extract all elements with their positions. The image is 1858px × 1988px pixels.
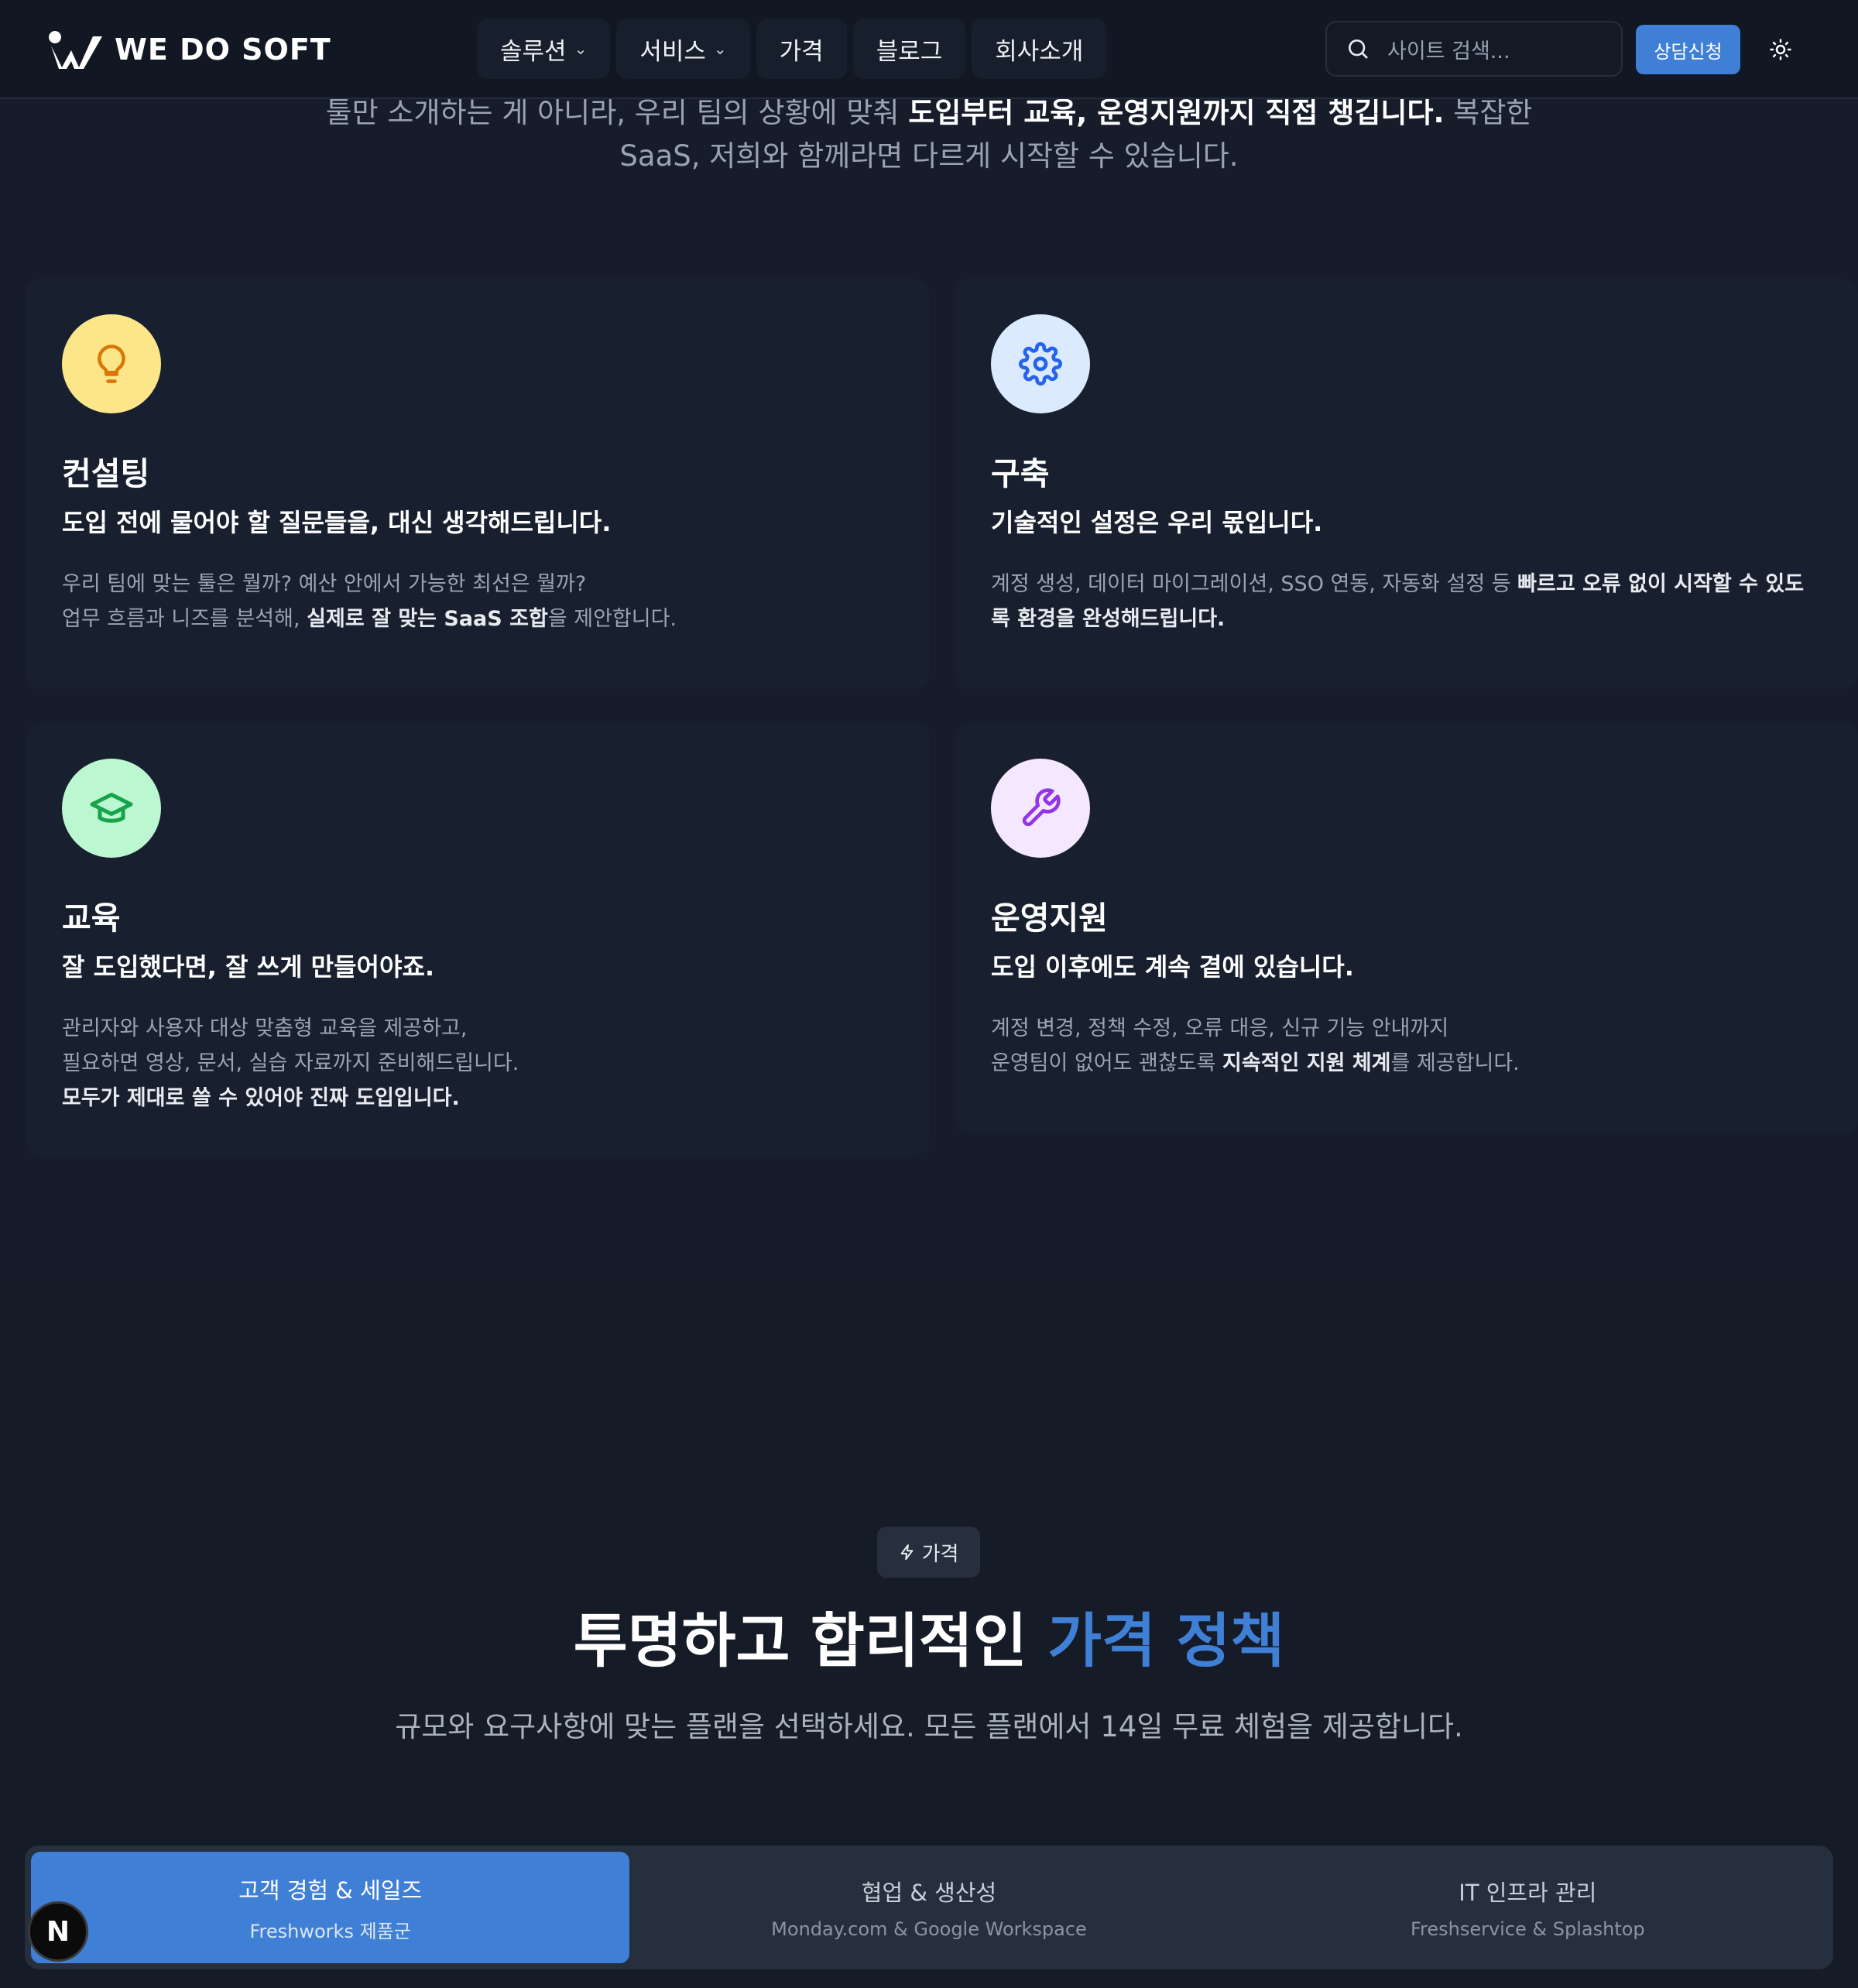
tab-sublabel: Freshworks 제품군 [249, 1920, 411, 1942]
desc-highlight: 지속적인 지원 체계 [1222, 1051, 1391, 1075]
tab-collaboration[interactable]: 협업 & 생산성 Monday.com & Google Workspace [629, 1852, 1228, 1963]
site-header: WE DO SOFT 솔루션 ⌄ 서비스 ⌄ 가격 블로그 회사소개 사이트 검… [0, 0, 1858, 99]
gear-icon [1019, 342, 1062, 386]
nav-item-blog[interactable]: 블로그 [852, 19, 966, 79]
theme-toggle-button[interactable] [1765, 34, 1796, 65]
desc-line: 계정 생성, 데이터 마이그레이션, SSO 연동, 자동화 설정 등 빠르고 … [991, 567, 1827, 602]
service-card-support: 운영지원 도입 이후에도 계속 곁에 있습니다. 계정 변경, 정책 수정, 오… [955, 723, 1858, 1133]
pricing-badge-label: 가격 [921, 1542, 959, 1566]
intro-text-part: 툴만 소개하는 게 아니라, 우리 팀의 상황에 맞춰 [325, 96, 909, 129]
card-description: 계정 변경, 정책 수정, 오류 대응, 신규 기능 안내까지 운영팀이 없어도… [991, 1011, 1827, 1081]
chevron-down-icon: ⌄ [574, 39, 588, 58]
card-tagline: 잘 도입했다면, 잘 쓰게 만들어야죠. [62, 952, 435, 982]
desc-highlight: 모두가 제대로 쓸 수 있어야 진짜 도입입니다. [62, 1086, 460, 1110]
desc-highlight: 록 환경을 완성해드립니다. [991, 607, 1226, 631]
card-tagline: 기술적인 설정은 우리 몫입니다. [991, 508, 1323, 537]
intro-highlight: 도입부터 교육, 운영지원까지 직접 챙깁니다. [908, 96, 1445, 129]
tab-sublabel: Freshservice & Splashtop [1410, 1918, 1645, 1940]
desc-text: 계정 생성, 데이터 마이그레이션, SSO 연동, 자동화 설정 등 [991, 572, 1518, 596]
card-tagline: 도입 전에 물어야 할 질문들을, 대신 생각해드립니다. [62, 508, 612, 537]
floating-n-badge[interactable]: N [28, 1901, 88, 1962]
tab-sublabel: Monday.com & Google Workspace [771, 1918, 1087, 1940]
logo-text: WE DO SOFT [115, 33, 331, 67]
card-title: 컨설팅 [62, 455, 150, 492]
card-tagline: 도입 이후에도 계속 곁에 있습니다. [991, 952, 1354, 982]
desc-highlight: 실제로 잘 맞는 SaaS 조합 [307, 607, 548, 631]
desc-line: 우리 팀에 맞는 툴은 뭘까? 예산 안에서 가능한 최선은 뭘까? [62, 572, 587, 596]
tab-customer-experience[interactable]: 고객 경험 & 세일즈 Freshworks 제품군 [31, 1852, 630, 1963]
desc-highlight: 빠르고 오류 없이 시작할 수 있도 [1517, 572, 1805, 596]
icon-badge [62, 314, 161, 413]
nav-label: 회사소개 [995, 37, 1084, 66]
pricing-badge: 가격 [877, 1527, 980, 1578]
desc-text: 업무 흐름과 니즈를 분석해, [62, 607, 307, 631]
desc-line: 필요하면 영상, 문서, 실습 자료까지 준비해드립니다. [62, 1051, 519, 1075]
desc-line: 업무 흐름과 니즈를 분석해, 실제로 잘 맞는 SaaS 조합을 제안합니다. [62, 602, 898, 636]
chevron-down-icon: ⌄ [713, 39, 727, 58]
pricing-title: 투명하고 합리적인 가격 정책 [0, 1593, 1858, 1678]
pricing-category-tabs: 고객 경험 & 세일즈 Freshworks 제품군 협업 & 생산성 Mond… [25, 1846, 1833, 1969]
desc-line: 록 환경을 완성해드립니다. [991, 602, 1827, 636]
service-card-education: 교육 잘 도입했다면, 잘 쓰게 만들어야죠. 관리자와 사용자 대상 맞춤형 … [26, 723, 929, 1157]
intro-text-part: 복잡한 [1444, 96, 1533, 129]
nav-item-services[interactable]: 서비스 ⌄ [616, 19, 750, 79]
icon-badge [991, 314, 1090, 413]
tab-label: 고객 경험 & 세일즈 [238, 1877, 423, 1904]
nav-label: 가격 [779, 37, 824, 66]
card-description: 관리자와 사용자 대상 맞춤형 교육을 제공하고, 필요하면 영상, 문서, 실… [62, 1011, 898, 1116]
nav-item-solutions[interactable]: 솔루션 ⌄ [477, 19, 611, 79]
desc-text: 을 제안합니다. [547, 607, 677, 631]
card-description: 우리 팀에 맞는 툴은 뭘까? 예산 안에서 가능한 최선은 뭘까? 업무 흐름… [62, 567, 898, 636]
search-icon [1349, 39, 1368, 59]
intro-line-2: SaaS, 저희와 함께라면 다르게 시작할 수 있습니다. [619, 139, 1239, 173]
desc-line: 모두가 제대로 쓸 수 있어야 진짜 도입입니다. [62, 1081, 898, 1116]
consultation-button[interactable]: 상담신청 [1636, 25, 1740, 74]
tab-label: 협업 & 생산성 [861, 1880, 997, 1906]
nav-label: 블로그 [876, 37, 943, 66]
search-input[interactable]: 사이트 검색... [1325, 21, 1623, 77]
nav-label: 솔루션 [500, 37, 567, 66]
tab-it-infrastructure[interactable]: IT 인프라 관리 Freshservice & Splashtop [1229, 1852, 1827, 1963]
desc-text: 를 제공합니다. [1390, 1051, 1520, 1075]
service-card-build: 구축 기술적인 설정은 우리 몫입니다. 계정 생성, 데이터 마이그레이션, … [955, 279, 1858, 689]
nav-label: 서비스 [639, 37, 706, 66]
graduation-cap-icon [90, 793, 133, 823]
search-placeholder: 사이트 검색... [1387, 39, 1510, 63]
sun-icon [1770, 39, 1791, 60]
card-title: 교육 [62, 900, 121, 937]
pricing-subtitle: 규모와 요구사항에 맞는 플랜을 선택하세요. 모든 플랜에서 14일 무료 체… [395, 1710, 1463, 1743]
card-title: 운영지원 [991, 900, 1108, 937]
main-nav: 솔루션 ⌄ 서비스 ⌄ 가격 블로그 회사소개 [477, 19, 1107, 79]
logo-mark-icon [49, 31, 102, 69]
desc-text: 운영팀이 없어도 괜찮도록 [991, 1051, 1222, 1075]
wrench-icon [1022, 788, 1061, 827]
card-title: 구축 [991, 455, 1050, 492]
icon-badge [62, 759, 161, 858]
card-description: 계정 생성, 데이터 마이그레이션, SSO 연동, 자동화 설정 등 빠르고 … [991, 567, 1827, 636]
desc-line: 관리자와 사용자 대상 맞춤형 교육을 제공하고, [62, 1016, 468, 1040]
service-card-consulting: 컨설팅 도입 전에 물어야 할 질문들을, 대신 생각해드립니다. 우리 팀에 … [26, 279, 929, 689]
lightbulb-icon [98, 344, 125, 383]
tab-label: IT 인프라 관리 [1459, 1880, 1597, 1906]
nav-item-pricing[interactable]: 가격 [756, 19, 847, 79]
intro-text: 툴만 소개하는 게 아니라, 우리 팀의 상황에 맞춰 도입부터 교육, 운영지… [232, 91, 1626, 178]
desc-line: 운영팀이 없어도 괜찮도록 지속적인 지원 체계를 제공합니다. [991, 1046, 1827, 1081]
desc-line: 계정 변경, 정책 수정, 오류 대응, 신규 기능 안내까지 [991, 1016, 1449, 1040]
logo[interactable]: WE DO SOFT [48, 28, 331, 71]
icon-badge [991, 759, 1090, 858]
title-text: 투명하고 합리적인 [573, 1606, 1048, 1675]
lightning-icon [900, 1544, 914, 1561]
title-accent: 가격 정책 [1047, 1606, 1285, 1675]
nav-item-about[interactable]: 회사소개 [972, 19, 1107, 79]
